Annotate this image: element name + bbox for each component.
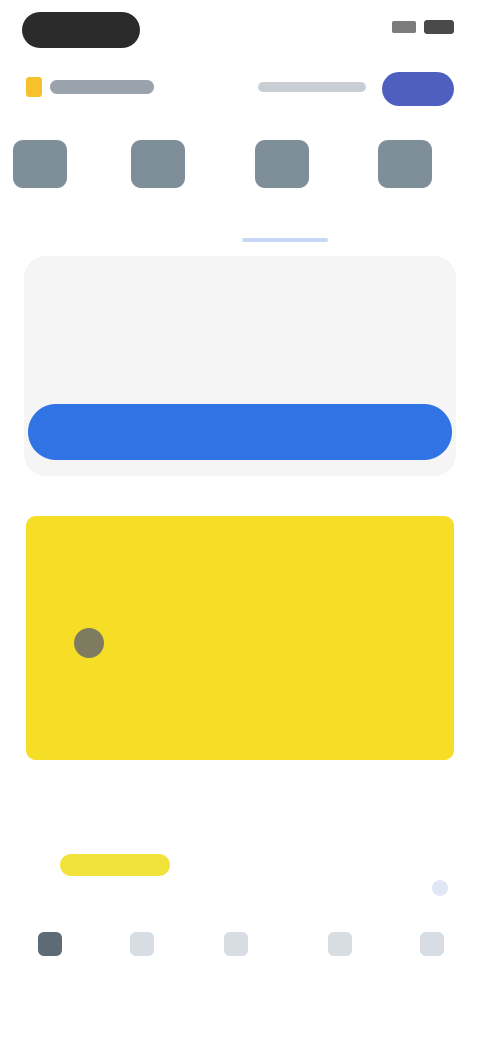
nav-3-icon [224, 932, 248, 956]
nav-item-2[interactable] [102, 932, 182, 982]
battery-icon [424, 20, 454, 34]
nav-5-icon [420, 932, 444, 956]
header-action-button[interactable] [382, 72, 454, 106]
nav-4-icon [328, 932, 352, 956]
category-row [0, 130, 480, 242]
signal-icon [392, 21, 416, 33]
warning-icon [74, 628, 104, 658]
nav-item-3[interactable] [196, 932, 276, 982]
category-4-icon [378, 140, 432, 188]
nav-item-4[interactable] [300, 932, 380, 982]
app-header [0, 62, 480, 114]
category-item-2[interactable] [118, 130, 198, 230]
category-2-icon [131, 140, 185, 188]
nav-item-5[interactable] [392, 932, 472, 982]
nav-1-icon [38, 932, 62, 956]
status-time-pill [22, 12, 140, 48]
header-link[interactable] [258, 82, 366, 92]
promo-badge [60, 854, 170, 876]
category-item-4[interactable] [365, 130, 445, 230]
category-3-icon [255, 140, 309, 188]
selected-tab-indicator [242, 238, 328, 242]
status-icons [392, 20, 454, 34]
category-1-icon [13, 140, 67, 188]
category-item-1[interactable] [0, 130, 80, 230]
primary-action-button[interactable] [28, 404, 452, 460]
status-bar [0, 0, 480, 56]
info-dot-icon[interactable] [432, 880, 448, 896]
notice-banner [26, 516, 454, 760]
category-item-3[interactable] [242, 130, 328, 242]
nav-item-1[interactable] [10, 932, 90, 982]
nav-2-icon [130, 932, 154, 956]
bottom-nav [0, 918, 480, 998]
logo-wordmark [50, 80, 154, 94]
app-logo[interactable] [26, 74, 166, 100]
logo-mark-icon [26, 77, 42, 97]
